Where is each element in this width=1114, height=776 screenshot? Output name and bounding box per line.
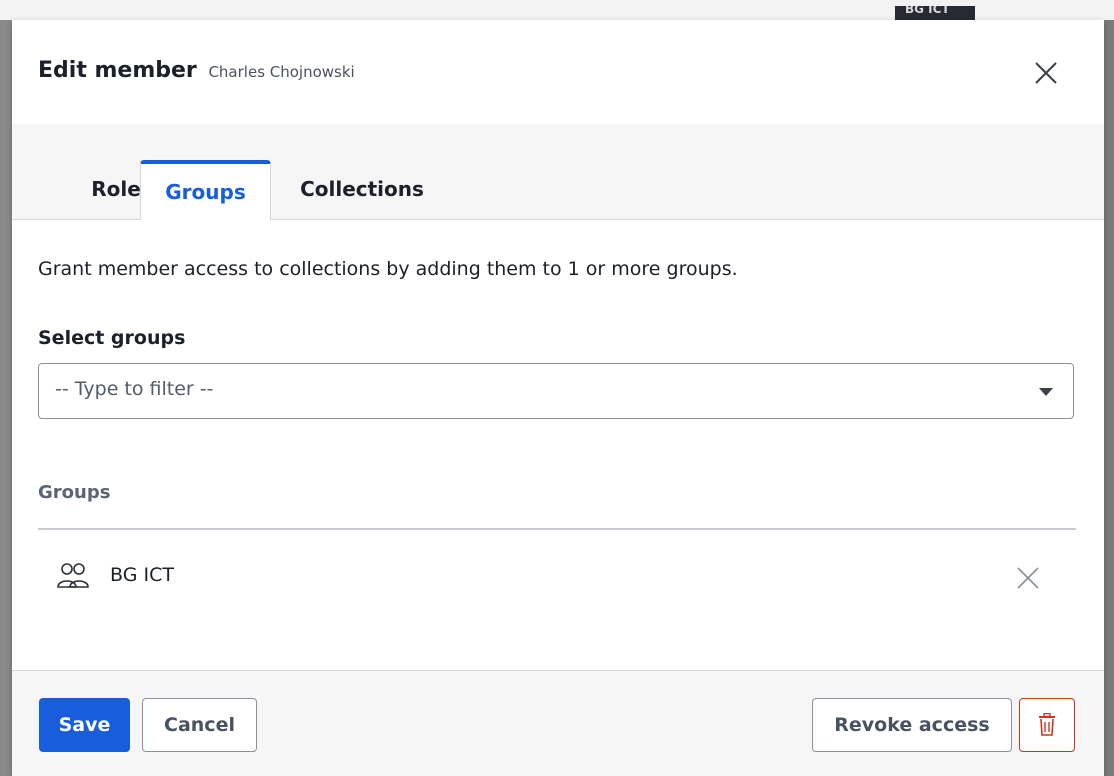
groups-table-header: Groups <box>38 482 111 503</box>
cancel-button-label: Cancel <box>164 714 235 736</box>
groups-table-divider <box>38 528 1076 530</box>
revoke-access-label: Revoke access <box>834 714 990 736</box>
tab-bar: Role Groups Collections <box>12 124 1104 220</box>
cancel-button[interactable]: Cancel <box>142 698 257 752</box>
close-icon <box>1035 62 1057 84</box>
member-name: Charles Chojnowski <box>208 63 355 81</box>
chevron-down-icon <box>1039 388 1053 396</box>
dialog-footer: Save Cancel Revoke access <box>12 670 1104 776</box>
save-button[interactable]: Save <box>39 698 130 752</box>
tab-groups-label: Groups <box>165 180 246 204</box>
dialog-title: Edit member Charles Chojnowski <box>38 58 355 83</box>
dialog-header: Edit member Charles Chojnowski <box>12 20 1104 125</box>
save-button-label: Save <box>58 714 111 736</box>
close-icon <box>1017 567 1039 589</box>
background-page-left <box>0 20 12 776</box>
tab-collections[interactable]: Collections <box>282 160 442 218</box>
delete-member-button[interactable] <box>1019 698 1075 752</box>
remove-group-button[interactable] <box>1014 564 1042 592</box>
tab-groups[interactable]: Groups <box>140 160 271 220</box>
tab-role-label: Role <box>91 177 141 201</box>
group-name: BG ICT <box>110 564 174 586</box>
tab-collections-label: Collections <box>300 177 424 201</box>
background-badge-label: BG ICT <box>905 6 950 16</box>
edit-member-dialog: Edit member Charles Chojnowski Role Grou… <box>12 20 1104 776</box>
trash-icon <box>1039 713 1055 736</box>
revoke-access-button[interactable]: Revoke access <box>812 698 1012 752</box>
background-group-badge: BG ICT <box>895 6 975 20</box>
group-row: BG ICT <box>38 550 1076 606</box>
users-icon <box>57 563 89 588</box>
select-groups-label: Select groups <box>38 327 186 349</box>
close-dialog-button[interactable] <box>1030 57 1062 89</box>
select-groups-input[interactable]: -- Type to filter -- <box>38 363 1074 419</box>
select-groups-placeholder: -- Type to filter -- <box>55 378 214 400</box>
groups-description: Grant member access to collections by ad… <box>38 258 738 280</box>
dialog-title-text: Edit member <box>38 58 197 83</box>
